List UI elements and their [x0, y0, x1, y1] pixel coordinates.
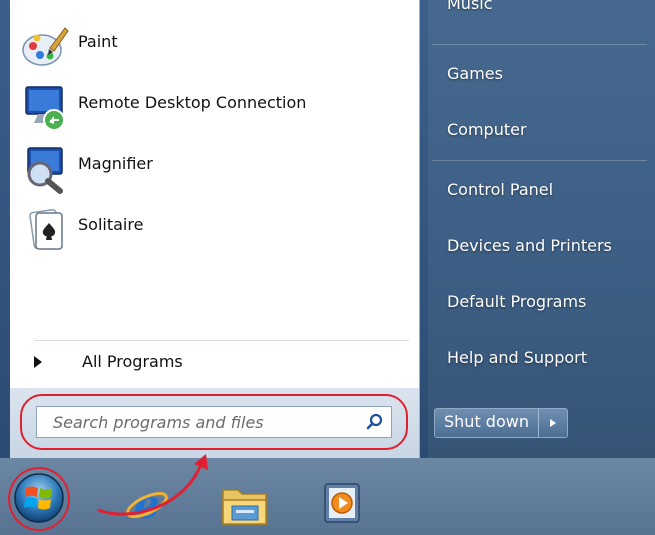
- right-item-label: Help and Support: [447, 348, 587, 367]
- right-item-label: Default Programs: [447, 292, 587, 311]
- search-annotation-circle: [20, 394, 408, 450]
- program-label: Remote Desktop Connection: [78, 92, 307, 112]
- program-label: Magnifier: [78, 153, 153, 173]
- shutdown-options-button[interactable]: [539, 409, 567, 437]
- shutdown-control: Shut down: [434, 408, 568, 438]
- program-label: Paint: [78, 31, 118, 51]
- program-item-remote-desktop[interactable]: Remote Desktop Connection: [20, 79, 410, 137]
- all-programs-button[interactable]: All Programs: [34, 352, 183, 371]
- start-annotation-circle: [8, 467, 70, 531]
- right-item-label: Games: [447, 64, 503, 83]
- magnifier-icon: [20, 144, 70, 194]
- right-item-games[interactable]: Games: [447, 64, 503, 83]
- right-item-label: Computer: [447, 120, 527, 139]
- media-player-icon[interactable]: [320, 480, 366, 526]
- right-item-computer[interactable]: Computer: [447, 120, 527, 139]
- right-item-music[interactable]: Music: [447, 0, 493, 19]
- programs-separator: [34, 340, 409, 341]
- right-item-devices-and-printers[interactable]: Devices and Printers: [447, 236, 612, 255]
- triangle-right-icon: [34, 355, 42, 368]
- right-item-label: Devices and Printers: [447, 236, 612, 255]
- paint-icon: [20, 22, 70, 72]
- windows-explorer-icon[interactable]: [220, 480, 267, 526]
- annotation-arrow: [97, 454, 208, 516]
- solitaire-icon: [20, 205, 70, 255]
- program-item-paint[interactable]: Paint: [20, 18, 410, 76]
- shutdown-button[interactable]: Shut down: [435, 409, 539, 437]
- right-item-label: Music: [447, 0, 493, 13]
- triangle-right-icon: [549, 419, 556, 427]
- program-item-solitaire[interactable]: Solitaire: [20, 201, 410, 259]
- right-separator: [432, 160, 647, 161]
- remote-desktop-icon: [20, 83, 70, 133]
- program-item-magnifier[interactable]: Magnifier: [20, 140, 410, 198]
- right-item-help-and-support[interactable]: Help and Support: [447, 348, 587, 367]
- right-item-label: Control Panel: [447, 180, 554, 199]
- right-item-default-programs[interactable]: Default Programs: [447, 292, 586, 311]
- right-separator: [432, 44, 647, 45]
- right-item-control-panel[interactable]: Control Panel: [447, 180, 553, 199]
- all-programs-label: All Programs: [82, 352, 183, 371]
- program-label: Solitaire: [78, 214, 144, 234]
